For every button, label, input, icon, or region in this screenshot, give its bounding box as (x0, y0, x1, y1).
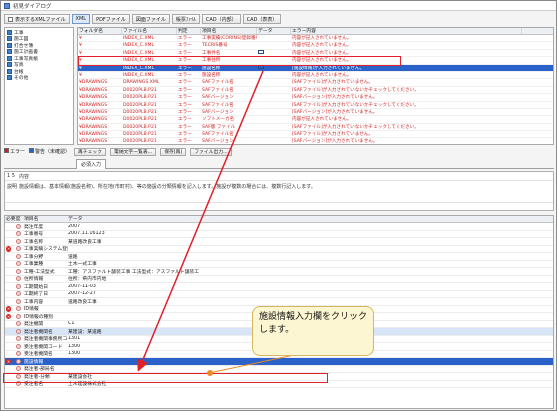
callout-pointer (208, 353, 300, 374)
callout-dot (207, 370, 213, 376)
arrow-line (136, 70, 264, 372)
checker-window: 初見ダイアログ 表示するXMLファイル XML PDFファイル 図面ファイル 帳… (0, 0, 557, 411)
instruction-callout: 施設情報入力欄をクリックします。 (252, 306, 374, 356)
